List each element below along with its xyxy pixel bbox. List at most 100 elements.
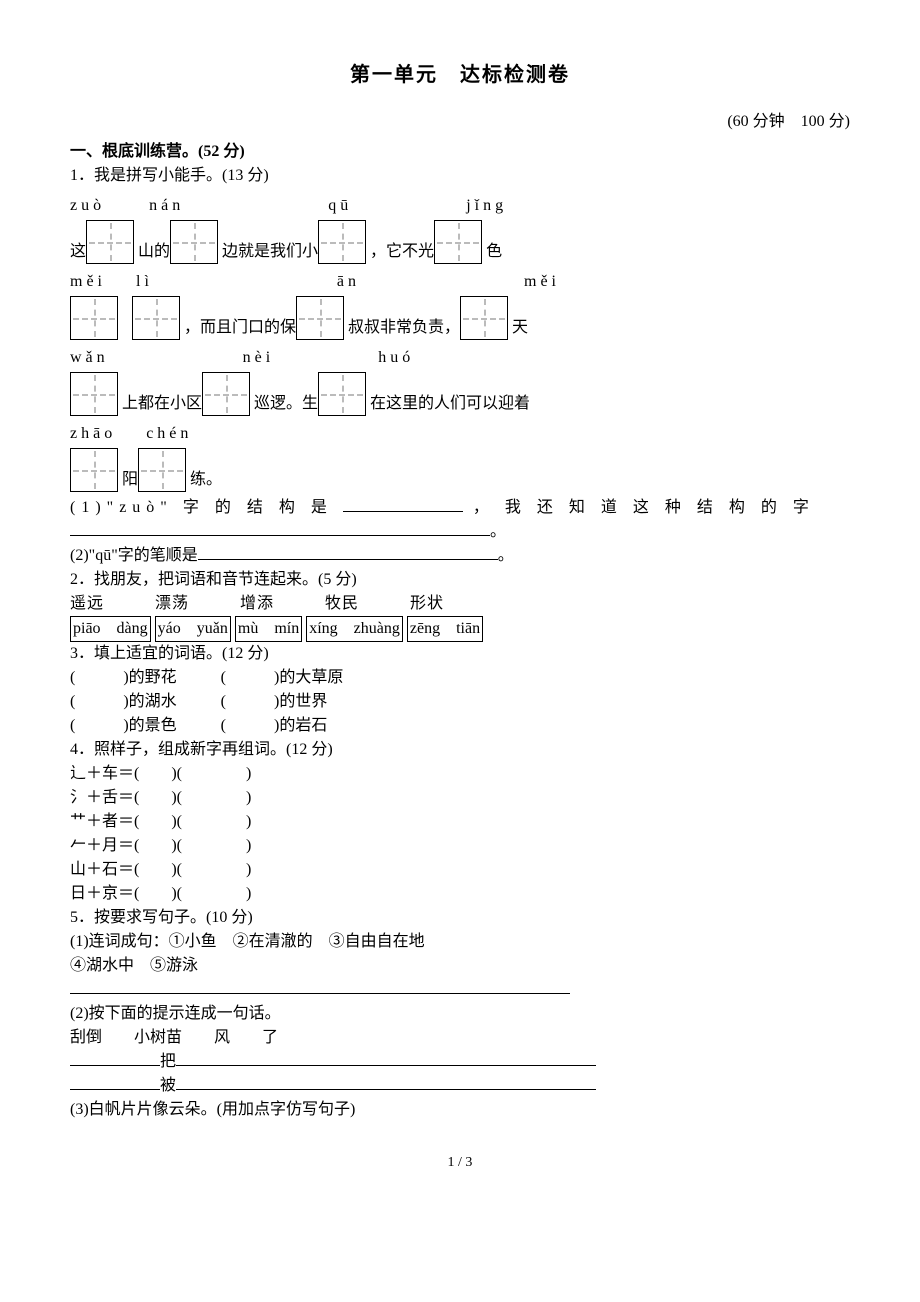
text: (1)"zu [70, 499, 146, 516]
text: 巡逻。生 [254, 395, 318, 412]
q4-row[interactable]: 山＋石＝( )( ) [70, 858, 850, 882]
char-box[interactable] [460, 296, 508, 340]
q1-box-row-2: ，而且门口的保 叔叔非常负责， 天 [70, 296, 850, 340]
pinyin-box[interactable]: zēng tiān [407, 616, 483, 642]
q2-head: 2．找朋友，把词语和音节连起来。(5 分) [70, 568, 850, 592]
text: 被 [160, 1077, 176, 1094]
text: 天 [512, 319, 528, 336]
pinyin-nan: nán [149, 194, 184, 218]
pinyin-zhao: zhāo [70, 422, 116, 446]
fill-item[interactable]: ( )的野花 [70, 669, 177, 686]
text: 。 [498, 547, 514, 564]
pinyin-chen: chén [146, 422, 192, 446]
page-number: 1 / 3 [70, 1152, 850, 1173]
pinyin-box[interactable]: yáo yuǎn [155, 616, 231, 642]
text: 在这里的人们可以迎着 [370, 395, 530, 412]
q1-sub1: (1)"zuò" 字 的 结 构 是 ， 我 还 知 道 这 种 结 构 的 字 [70, 496, 850, 520]
char-box[interactable] [70, 296, 118, 340]
char-box[interactable] [296, 296, 344, 340]
q5-2a: (2)按下面的提示连成一句话。 [70, 1002, 850, 1026]
q1-box-row-1: 这 山的 边就是我们小 ，它不光 色 [70, 220, 850, 264]
q5-2d[interactable]: 被 [70, 1074, 850, 1098]
q5-3: (3)白帆片片像云朵。(用加点字仿写句子) [70, 1098, 850, 1122]
text: ，而且门口的保 [184, 319, 296, 336]
q4-row[interactable]: 氵＋舌＝( )( ) [70, 786, 850, 810]
q5-1-blank[interactable] [70, 978, 850, 1002]
char-box[interactable] [86, 220, 134, 264]
q3-row: ( )的景色 ( )的岩石 [70, 714, 850, 738]
q4-row[interactable]: 日＋京＝( )( ) [70, 882, 850, 906]
char-box[interactable] [318, 372, 366, 416]
text: 上都在小区 [122, 395, 202, 412]
q4-head: 4．照样子，组成新字再组词。(12 分) [70, 738, 850, 762]
page-title: 第一单元 达标检测卷 [70, 60, 850, 90]
text: ，它不光 [370, 243, 434, 260]
pinyin-mei: měi [70, 270, 106, 294]
char-box[interactable] [132, 296, 180, 340]
text: 把 [160, 1053, 176, 1070]
text: ， 我 还 知 道 这 种 结 构 的 字 [463, 499, 815, 516]
pinyin-an: ān [337, 270, 360, 294]
char-box[interactable] [202, 372, 250, 416]
q1-sub1-cont: 。 [70, 520, 850, 544]
text: ò [146, 499, 160, 516]
pinyin-huo: huó [378, 346, 414, 370]
pinyin-wan: wǎn [70, 346, 109, 370]
text: (2)"qū"字的笔顺是 [70, 547, 198, 564]
pinyin-box[interactable]: mù mín [235, 616, 302, 642]
char-box[interactable] [70, 448, 118, 492]
text: 边就是我们小 [222, 243, 318, 260]
q5-2b: 刮倒 小树苗 风 了 [70, 1026, 850, 1050]
fill-item[interactable]: ( )的湖水 [70, 693, 177, 710]
q1-box-row-4: 阳 练。 [70, 448, 850, 492]
q4-row[interactable]: 𠂉＋月＝( )( ) [70, 834, 850, 858]
text: 叔叔非常负责， [348, 319, 460, 336]
blank[interactable] [198, 544, 498, 560]
pinyin-mei: měi [524, 270, 560, 294]
q1-pinyin-row-3: wǎn nèi huó [70, 346, 850, 370]
pinyin-box[interactable]: xíng zhuàng [306, 616, 403, 642]
fill-item[interactable]: ( )的岩石 [221, 717, 328, 734]
fill-item[interactable]: ( )的世界 [221, 693, 328, 710]
text: 色 [486, 243, 502, 260]
time-score: (60 分钟 100 分) [70, 110, 850, 134]
pinyin-nei: nèi [243, 346, 275, 370]
q4-row[interactable]: 辶＋车＝( )( ) [70, 762, 850, 786]
q2-words: 遥远 漂荡 增添 牧民 形状 [70, 592, 850, 616]
q5-2c[interactable]: 把 [70, 1050, 850, 1074]
q1-box-row-3: 上都在小区 巡逻。生 在这里的人们可以迎着 [70, 372, 850, 416]
q1-pinyin-row-4: zhāo chén [70, 422, 850, 446]
blank[interactable] [70, 520, 490, 536]
char-box[interactable] [70, 372, 118, 416]
text: 。 [490, 523, 506, 540]
pinyin-jing: jǐng [466, 194, 507, 218]
q3-row: ( )的野花 ( )的大草原 [70, 666, 850, 690]
blank[interactable] [343, 496, 463, 512]
pinyin-box[interactable]: piāo dàng [70, 616, 151, 642]
q3-row: ( )的湖水 ( )的世界 [70, 690, 850, 714]
q5-1b: ④湖水中 ⑤游泳 [70, 954, 850, 978]
char-box[interactable] [138, 448, 186, 492]
text: 阳 [122, 471, 138, 488]
q3-head: 3．填上适宜的词语。(12 分) [70, 642, 850, 666]
pinyin-qu: qū [328, 194, 352, 218]
fill-item[interactable]: ( )的景色 [70, 717, 177, 734]
pinyin-li: lì [136, 270, 153, 294]
char-box[interactable] [434, 220, 482, 264]
q5-1a: (1)连词成句：①小鱼 ②在清澈的 ③自由自在地 [70, 930, 850, 954]
q4-row[interactable]: 艹＋者＝( )( ) [70, 810, 850, 834]
pinyin-zuo: zuò [70, 194, 105, 218]
q5-head: 5．按要求写句子。(10 分) [70, 906, 850, 930]
q2-pinyin-row: piāo dàng yáo yuǎn mù mín xíng zhuàng zē… [70, 616, 850, 642]
q1-sub2: (2)"qū"字的笔顺是 。 [70, 544, 850, 568]
char-box[interactable] [170, 220, 218, 264]
q1-pinyin-row-2: měi lì ān měi [70, 270, 850, 294]
fill-item[interactable]: ( )的大草原 [221, 669, 344, 686]
text: " 字 的 结 构 是 [160, 499, 343, 516]
text: 这 [70, 243, 86, 260]
section-1-head: 一、根底训练营。(52 分) [70, 140, 850, 164]
char-box[interactable] [318, 220, 366, 264]
text: 山的 [138, 243, 170, 260]
q1-pinyin-row-1: zuò nán qū jǐng [70, 194, 850, 218]
q1-head: 1．我是拼写小能手。(13 分) [70, 164, 850, 188]
